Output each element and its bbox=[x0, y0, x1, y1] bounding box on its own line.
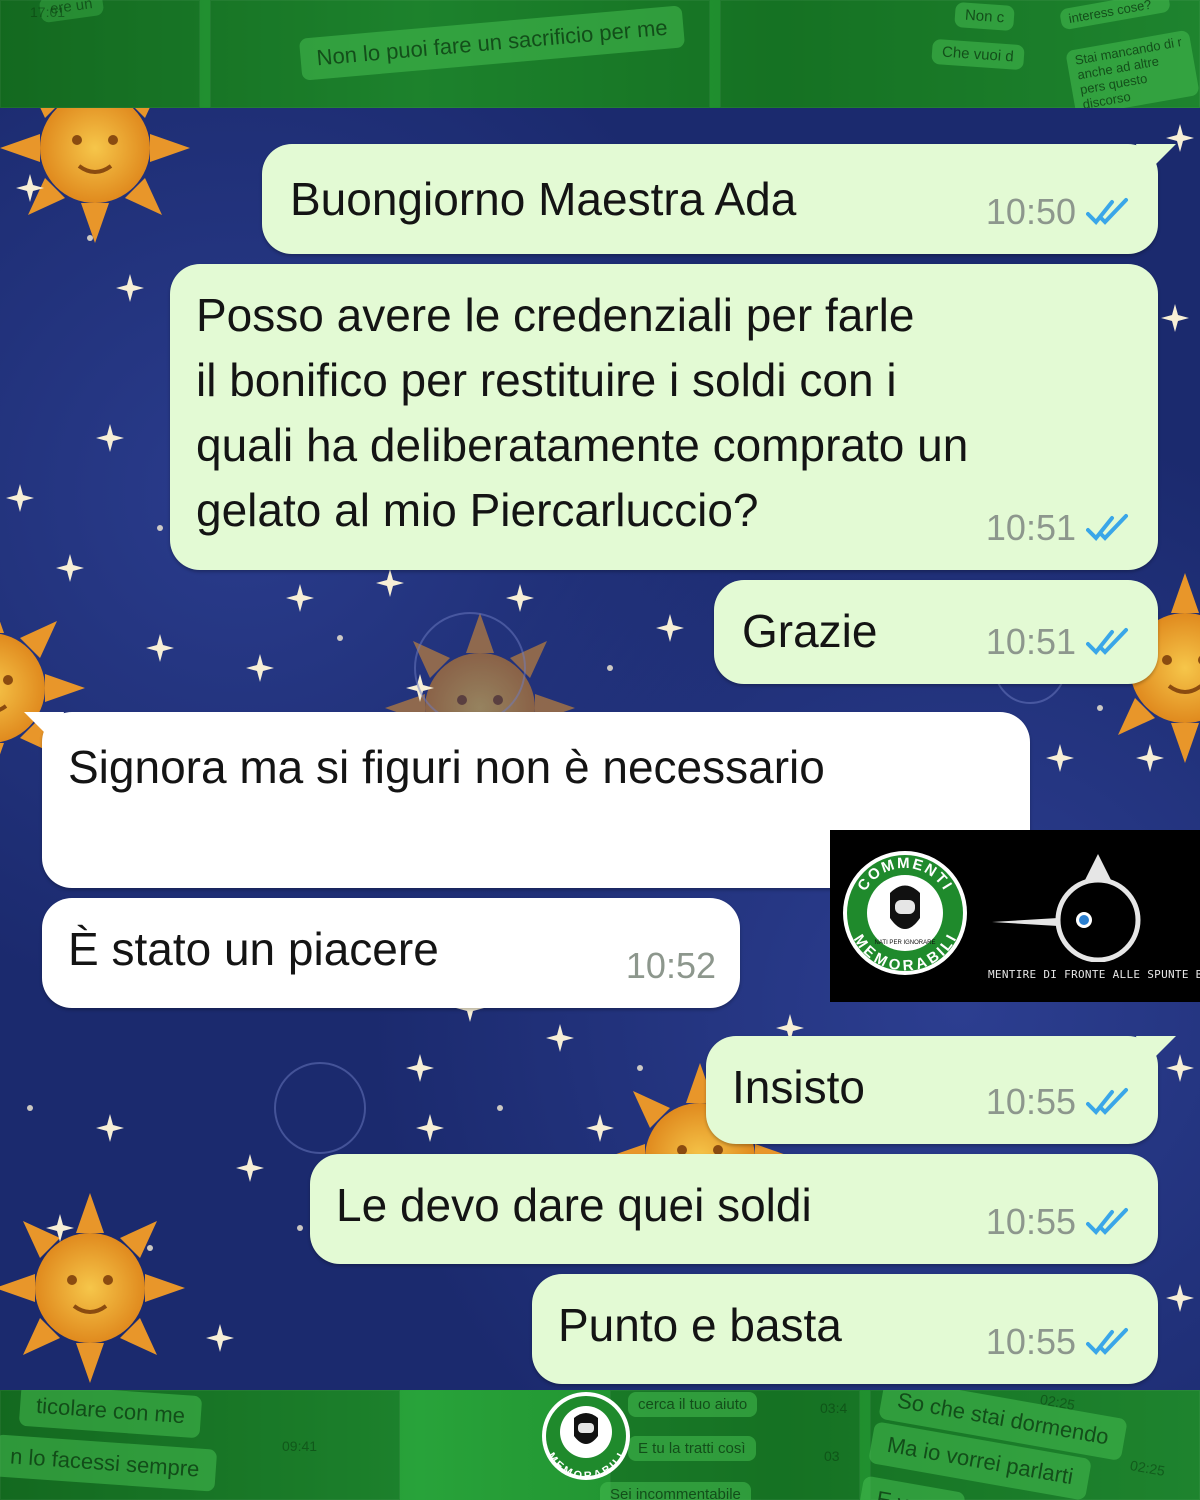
memorabili-badge-icon: MEMORABILI bbox=[542, 1392, 630, 1482]
message-text: Insisto bbox=[732, 1061, 865, 1113]
message-time: 10:55 bbox=[985, 1081, 1076, 1122]
faded-message: cerca il tuo aiuto bbox=[628, 1392, 758, 1417]
message-time: 10:52 bbox=[625, 945, 716, 986]
sun-decoration-icon bbox=[0, 108, 192, 245]
read-double-check-icon bbox=[1086, 628, 1128, 655]
message-text: È stato un piacere bbox=[68, 923, 439, 975]
faded-message: E tu la tratti così bbox=[628, 1436, 756, 1461]
incoming-message-bubble[interactable]: È stato un piacere 10:52 bbox=[42, 898, 740, 1008]
bubble-tail-icon bbox=[1136, 144, 1176, 174]
message-text-line: Posso avere le credenziali per farle bbox=[196, 289, 915, 341]
faded-time: 03 bbox=[824, 1448, 840, 1464]
chat-background: Buongiorno Maestra Ada 10:50 Posso avere… bbox=[0, 108, 1200, 1390]
message-meta: 10:52 bbox=[626, 946, 716, 986]
message-meta: 10:50 bbox=[986, 192, 1134, 232]
read-double-check-icon bbox=[1086, 1328, 1128, 1355]
message-meta: 10:55 bbox=[986, 1202, 1134, 1242]
message-meta: 10:51 bbox=[986, 508, 1134, 548]
faded-time: 17:01 bbox=[30, 4, 66, 20]
read-double-check-icon bbox=[1086, 1208, 1128, 1235]
message-text: Grazie bbox=[742, 605, 878, 657]
message-text: Buongiorno Maestra Ada bbox=[290, 173, 797, 225]
watermark-logo-box: COMMENTI MEMORABILI NATI PER IGNORARE ME… bbox=[830, 830, 1200, 1002]
read-double-check-icon bbox=[1086, 514, 1128, 541]
outgoing-message-bubble[interactable]: Buongiorno Maestra Ada 10:50 bbox=[262, 144, 1176, 254]
top-frame-strip: ere un 17:01 Non lo puoi fare un sacrifi… bbox=[0, 0, 1200, 108]
message-time: 10:51 bbox=[985, 507, 1076, 548]
message-text-line: quali ha deliberatamente comprato un bbox=[196, 419, 969, 471]
message-text: Punto e basta bbox=[558, 1299, 842, 1351]
read-double-check-icon bbox=[1086, 1088, 1128, 1115]
moon-decoration-icon bbox=[140, 1118, 180, 1198]
message-time: 10:51 bbox=[985, 621, 1076, 662]
message-text: Le devo dare quei soldi bbox=[336, 1179, 812, 1231]
message-text-line: il bonifico per restituire i soldi con i bbox=[196, 354, 897, 406]
sun-decoration-icon bbox=[0, 1191, 187, 1385]
faded-message: Sei incommentabile bbox=[600, 1482, 751, 1500]
moon-decoration-icon bbox=[560, 578, 600, 658]
badge-inner-text: NATI PER IGNORARE bbox=[875, 940, 936, 946]
faded-time: 03:4 bbox=[820, 1400, 848, 1416]
outgoing-message-bubble[interactable]: Le devo dare quei soldi 10:55 bbox=[310, 1154, 1158, 1264]
pinocchio-nose-logo-icon bbox=[992, 854, 1141, 962]
logo-caption: MENTIRE DI FRONTE ALLE SPUNTE BLU bbox=[988, 968, 1200, 981]
faded-message: Non c bbox=[954, 1, 1015, 32]
faded-time: 09:41 bbox=[282, 1438, 318, 1454]
read-double-check-icon bbox=[1086, 198, 1128, 225]
message-time: 10:55 bbox=[985, 1321, 1076, 1362]
outgoing-message-bubble[interactable]: Insisto 10:55 bbox=[706, 1036, 1176, 1144]
message-text-line: gelato al mio Piercarluccio? bbox=[196, 484, 759, 536]
message-meta: 10:55 bbox=[986, 1082, 1134, 1122]
message-time: 10:55 bbox=[985, 1201, 1076, 1242]
bubble-tail-icon bbox=[24, 712, 64, 742]
bubble-tail-icon bbox=[1136, 1036, 1176, 1066]
outgoing-message-bubble[interactable]: Punto e basta 10:55 bbox=[532, 1274, 1158, 1384]
message-time: 10:50 bbox=[985, 191, 1076, 232]
commenti-memorabili-badge-icon: COMMENTI MEMORABILI NATI PER IGNORARE bbox=[843, 851, 967, 975]
bottom-frame-strip: ticolare con me n lo facessi sempre 09:4… bbox=[0, 1390, 1200, 1500]
outgoing-message-bubble[interactable]: Grazie 10:51 bbox=[714, 580, 1158, 684]
message-meta: 10:51 bbox=[986, 622, 1134, 662]
outgoing-message-bubble[interactable]: Posso avere le credenziali per farle il … bbox=[170, 264, 1158, 570]
moon-decoration-icon bbox=[15, 333, 55, 413]
message-text: Signora ma si figuri non è necessario bbox=[68, 741, 825, 793]
message-meta: 10:55 bbox=[986, 1322, 1134, 1362]
moon-decoration-icon bbox=[0, 798, 40, 878]
